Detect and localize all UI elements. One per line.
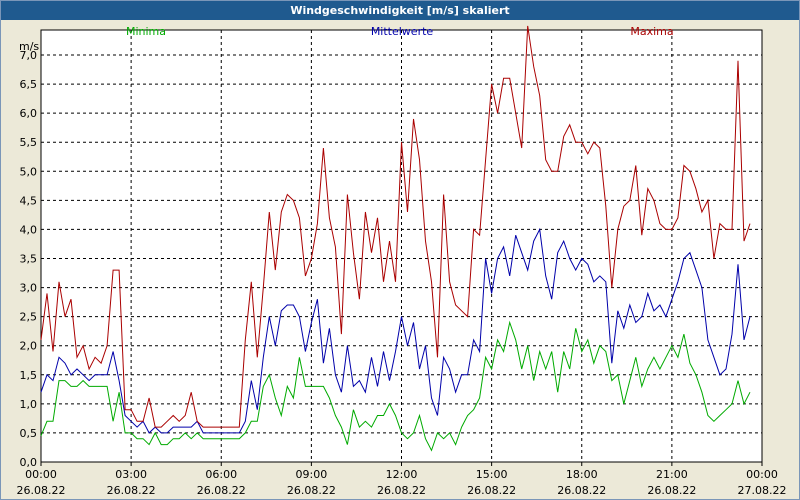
legend-maxima: Maxima (630, 25, 673, 38)
x-tick-time: 03:00 (115, 468, 147, 481)
y-axis-labels: 0,00,51,01,52,02,53,03,54,04,55,05,56,06… (19, 40, 39, 469)
x-tick-time: 00:00 (25, 468, 57, 481)
x-tick-time: 06:00 (205, 468, 237, 481)
x-tick-date: 26.08.22 (17, 484, 66, 497)
x-tick-date: 26.08.22 (647, 484, 696, 497)
x-tick-time: 12:00 (386, 468, 418, 481)
y-tick-label: 6,0 (20, 107, 38, 120)
x-tick-date: 26.08.22 (107, 484, 156, 497)
x-tick-time: 09:00 (296, 468, 328, 481)
x-tick-date: 26.08.22 (467, 484, 516, 497)
legend-minima: Minima (126, 25, 166, 38)
y-tick-label: 5,5 (20, 136, 38, 149)
y-tick-label: 3,5 (20, 253, 38, 266)
wind-speed-chart: 0,00,51,01,52,02,53,03,54,04,55,05,56,06… (17, 25, 787, 497)
y-tick-label: 5,0 (20, 165, 38, 178)
y-tick-label: 4,0 (20, 223, 38, 236)
y-tick-label: 4,5 (20, 194, 38, 207)
x-tick-date: 26.08.22 (197, 484, 246, 497)
x-tick-date: 26.08.22 (377, 484, 426, 497)
x-tick-time: 15:00 (476, 468, 508, 481)
x-axis-labels: 00:00 26.08.22 03:00 26.08.22 06:00 26.08.22 0… (17, 468, 787, 497)
y-tick-label: 3,0 (20, 282, 38, 295)
x-tick-time: 18:00 (566, 468, 598, 481)
y-tick-label: 6,5 (20, 78, 38, 91)
y-tick-label: 0,5 (20, 427, 38, 440)
x-tick-date: 27.08.22 (738, 484, 787, 497)
y-axis-unit: m/s (19, 40, 39, 53)
x-tick-time: 21:00 (656, 468, 688, 481)
y-tick-label: 2,5 (20, 311, 38, 324)
x-tick-date: 26.08.22 (287, 484, 336, 497)
x-tick-time: 00:00 (746, 468, 778, 481)
x-tick-date: 26.08.22 (557, 484, 606, 497)
y-tick-label: 1,5 (20, 369, 38, 382)
y-tick-label: 1,0 (20, 398, 38, 411)
y-tick-label: 2,0 (20, 340, 38, 353)
legend-mittelwerte: Mittelwerte (371, 25, 434, 38)
